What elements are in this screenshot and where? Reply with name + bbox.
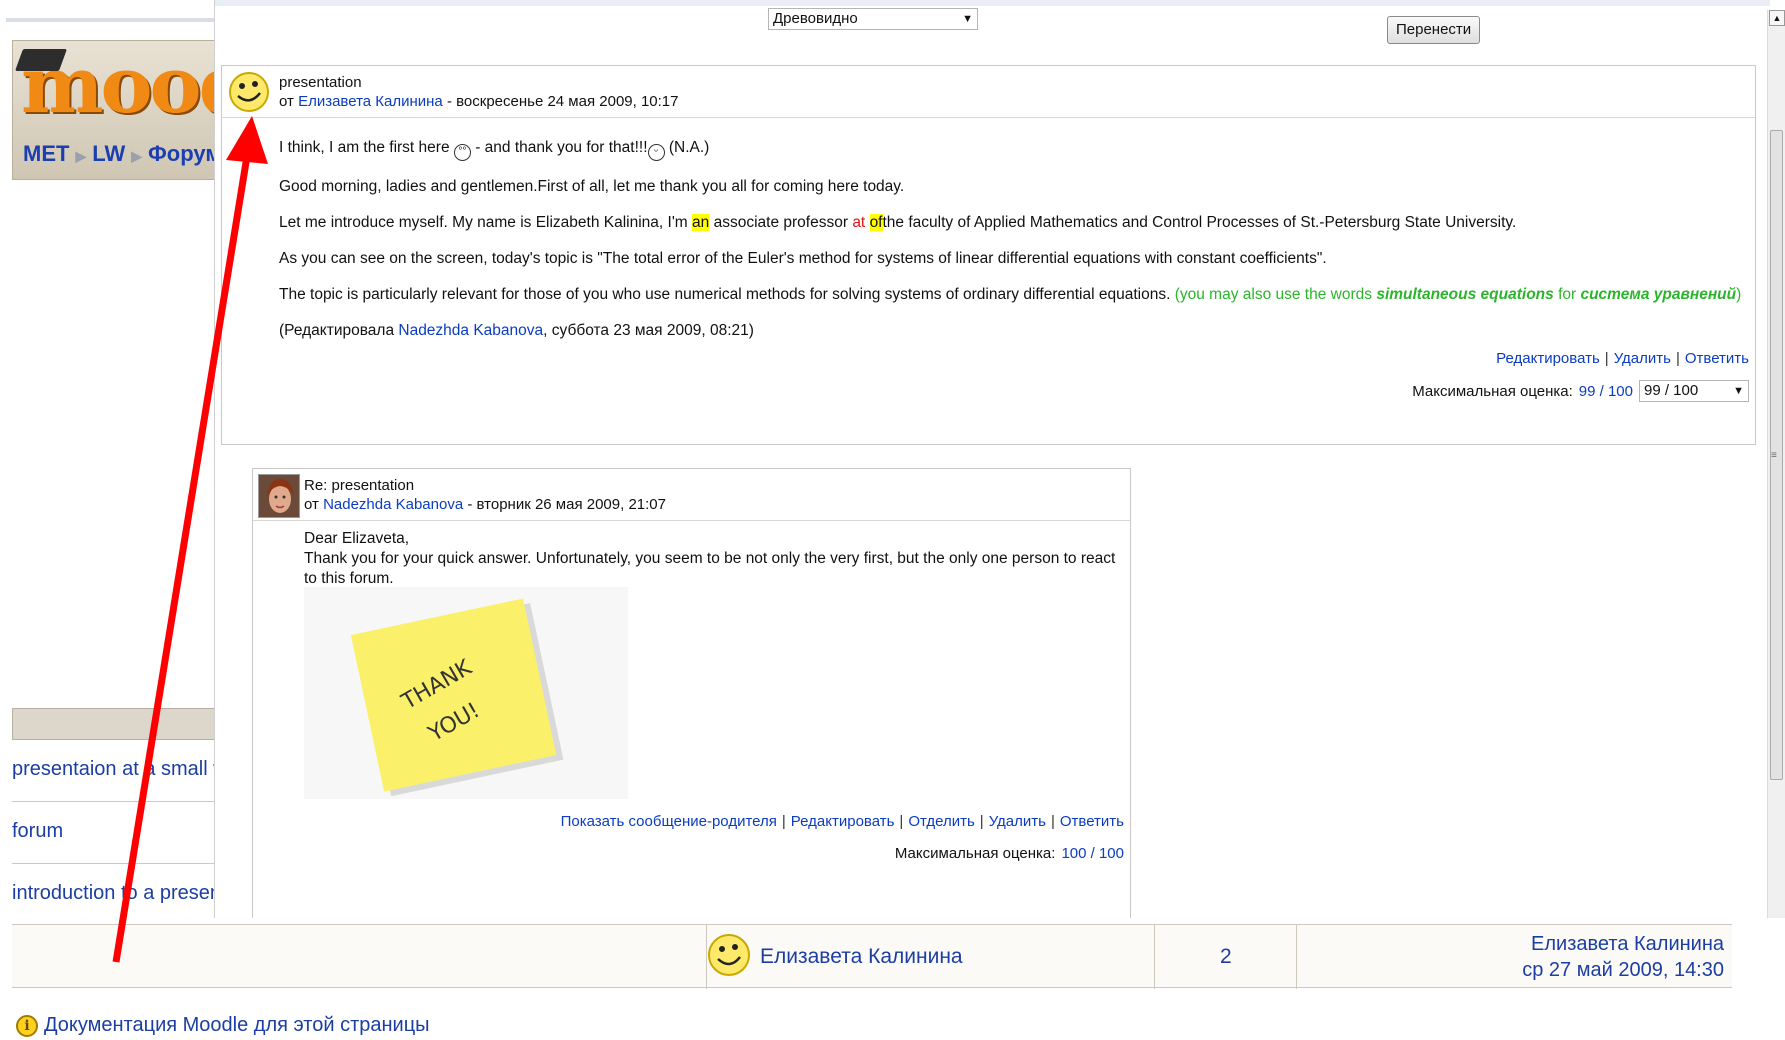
discussion-author-link[interactable]: Елизавета Калинина	[760, 945, 963, 969]
reply-link[interactable]: Ответить	[1060, 813, 1124, 830]
last-post-author-link[interactable]: Елизавета Калинина	[1522, 931, 1724, 957]
vertical-scrollbar[interactable]: ▲ ≡	[1767, 10, 1785, 918]
cell-divider	[1296, 925, 1297, 989]
rating-link[interactable]: 99 / 100	[1579, 383, 1633, 400]
info-icon: i	[16, 1014, 38, 1037]
post-actions: Показать сообщение-родителя | Редактироват…	[560, 813, 1124, 830]
post-text: - and thank you for that!!!	[475, 139, 648, 156]
post-byline: от Nadezhda Kabanova - вторник 26 мая 20…	[304, 496, 666, 513]
discussion-row: Елизавета Калинина 2 Елизавета Калинина …	[12, 924, 1732, 989]
teacher-comment: (you may also use the words simultaneous…	[1175, 286, 1742, 303]
last-post: Елизавета Калинина ср 27 май 2009, 14:30	[1522, 931, 1724, 983]
post-actions: Редактировать | Удалить | Ответить	[1496, 350, 1749, 367]
grin-smiley-icon: ᵕ	[647, 144, 665, 161]
window-top-edge	[215, 0, 1770, 6]
comment-text: (you may also use the words	[1174, 286, 1373, 303]
post-text: Let me introduce myself. My name is Eliz…	[279, 214, 688, 231]
post-text: associate professor	[713, 214, 848, 231]
edit-link[interactable]: Редактировать	[1496, 350, 1600, 367]
breadcrumb-arrow-icon: ▶	[131, 148, 143, 164]
edit-note: (Редактировала Nadezhda Kabanova, суббот…	[279, 321, 1747, 341]
post-header: presentation от Елизавета Калинина - вос…	[222, 66, 1755, 118]
by-prefix: от	[279, 93, 294, 110]
by-prefix: от	[304, 496, 319, 513]
rating-label: Максимальная оценка:	[894, 845, 1056, 862]
show-parent-link[interactable]: Показать сообщение-родителя	[561, 813, 777, 830]
discussion-list-header	[12, 708, 218, 740]
background-top-strip	[6, 18, 218, 22]
moodle-docs-label: Документация Moodle для этой страницы	[44, 1014, 430, 1036]
highlighted-word: an	[692, 214, 710, 231]
post-text: (N.A.)	[668, 139, 710, 156]
comment-term: система уравнений	[1580, 286, 1737, 303]
wink-smiley-icon: °°	[453, 144, 471, 161]
rating-select-value: 99 / 100	[1644, 382, 1699, 399]
scroll-up-icon[interactable]: ▲	[1769, 10, 1785, 26]
background-header: mood MET ▶ LW ▶ Форумы	[12, 40, 253, 180]
edit-note-text: , суббота 23 мая 2009, 08:21)	[543, 322, 754, 339]
moodle-docs-link[interactable]: i Документация Moodle для этой страницы	[16, 1014, 430, 1037]
chevron-down-icon: ▼	[962, 13, 973, 25]
post-paragraph: As you can see on the screen, today's to…	[279, 250, 1327, 267]
breadcrumb-arrow-icon: ▶	[75, 148, 87, 164]
breadcrumb-lw[interactable]: LW	[92, 141, 125, 166]
cell-divider	[1154, 925, 1155, 989]
comment-text: )	[1736, 286, 1742, 303]
delete-link[interactable]: Удалить	[989, 813, 1046, 830]
post-author-link[interactable]: Елизавета Калинина	[298, 93, 443, 110]
post-paragraph: Let me introduce myself. My name is Eliz…	[279, 213, 1747, 233]
discussion-link[interactable]: introduction to a presenta	[12, 864, 218, 926]
smiley-avatar-icon[interactable]	[706, 932, 752, 978]
post-paragraph: The topic is particularly relevant for t…	[279, 285, 1747, 305]
post-date: - воскресенье 24 мая 2009, 10:17	[446, 93, 679, 110]
display-mode-select[interactable]: Древовидно ▼	[768, 8, 978, 30]
graduation-cap-icon	[14, 49, 68, 71]
chevron-down-icon: ▼	[1733, 385, 1744, 397]
post-header: Re: presentation от Nadezhda Kabanova - …	[253, 469, 1130, 521]
highlighted-word: of	[869, 214, 883, 231]
move-discussion-button[interactable]: Перенести	[1387, 16, 1481, 44]
post-subject: Re: presentation	[304, 477, 415, 494]
post-text: Dear Elizaveta,	[304, 530, 410, 547]
delete-link[interactable]: Удалить	[1614, 350, 1671, 367]
forum-thread-window: Древовидно ▼ Перенести ▲ ≡ presentation …	[214, 0, 1785, 918]
post-text: the faculty of Applied Mathematics and C…	[882, 214, 1517, 231]
post-rating: Максимальная оценка: 100 / 100	[895, 845, 1124, 862]
edit-note-text: (Редактировала	[279, 322, 395, 339]
post-text: Thank you for your quick answer. Unfortu…	[304, 550, 1116, 587]
post-paragraph: Good morning, ladies and gentlemen.First…	[279, 178, 905, 195]
forum-post: presentation от Елизавета Калинина - вос…	[221, 65, 1756, 445]
post-date: - вторник 26 мая 2009, 21:07	[467, 496, 666, 513]
post-author-link[interactable]: Nadezhda Kabanova	[323, 496, 463, 513]
rating-select[interactable]: 99 / 100 ▼	[1639, 380, 1749, 402]
forum-reply-post: Re: presentation от Nadezhda Kabanova - …	[252, 468, 1131, 918]
post-rating: Максимальная оценка: 99 / 100 99 / 100 ▼	[1412, 380, 1749, 402]
thank-you-note-image: THANK YOU!	[304, 587, 628, 799]
post-subject: presentation	[279, 74, 362, 91]
display-mode-value: Древовидно	[773, 10, 858, 27]
last-post-date-link[interactable]: ср 27 май 2009, 14:30	[1522, 957, 1724, 983]
post-body: I think, I am the first here °° - and th…	[279, 138, 1747, 357]
post-text: I think, I am the first here	[279, 139, 450, 156]
comment-text: for	[1558, 286, 1577, 303]
rating-link[interactable]: 100 / 100	[1061, 845, 1124, 862]
rating-label: Максимальная оценка:	[1412, 382, 1573, 400]
comment-term: simultaneous equations	[1376, 286, 1554, 303]
discussion-link[interactable]: presentaion at a small wo	[12, 740, 218, 802]
post-byline: от Елизавета Калинина - воскресенье 24 м…	[279, 93, 679, 110]
breadcrumb-met[interactable]: MET	[23, 141, 69, 166]
discussion-link[interactable]: forum	[12, 802, 218, 864]
split-link[interactable]: Отделить	[908, 813, 974, 830]
reply-link[interactable]: Ответить	[1685, 350, 1749, 367]
editor-link[interactable]: Nadezhda Kabanova	[398, 322, 543, 339]
scrollbar-grip-icon: ≡	[1771, 450, 1777, 461]
replies-count-link[interactable]: 2	[1220, 945, 1232, 969]
breadcrumb: MET ▶ LW ▶ Форумы	[23, 141, 240, 167]
corrected-word: at	[852, 214, 866, 231]
post-text: The topic is particularly relevant for t…	[279, 286, 1171, 303]
edit-link[interactable]: Редактировать	[791, 813, 895, 830]
post-paragraph: I think, I am the first here °° - and th…	[279, 138, 1747, 161]
